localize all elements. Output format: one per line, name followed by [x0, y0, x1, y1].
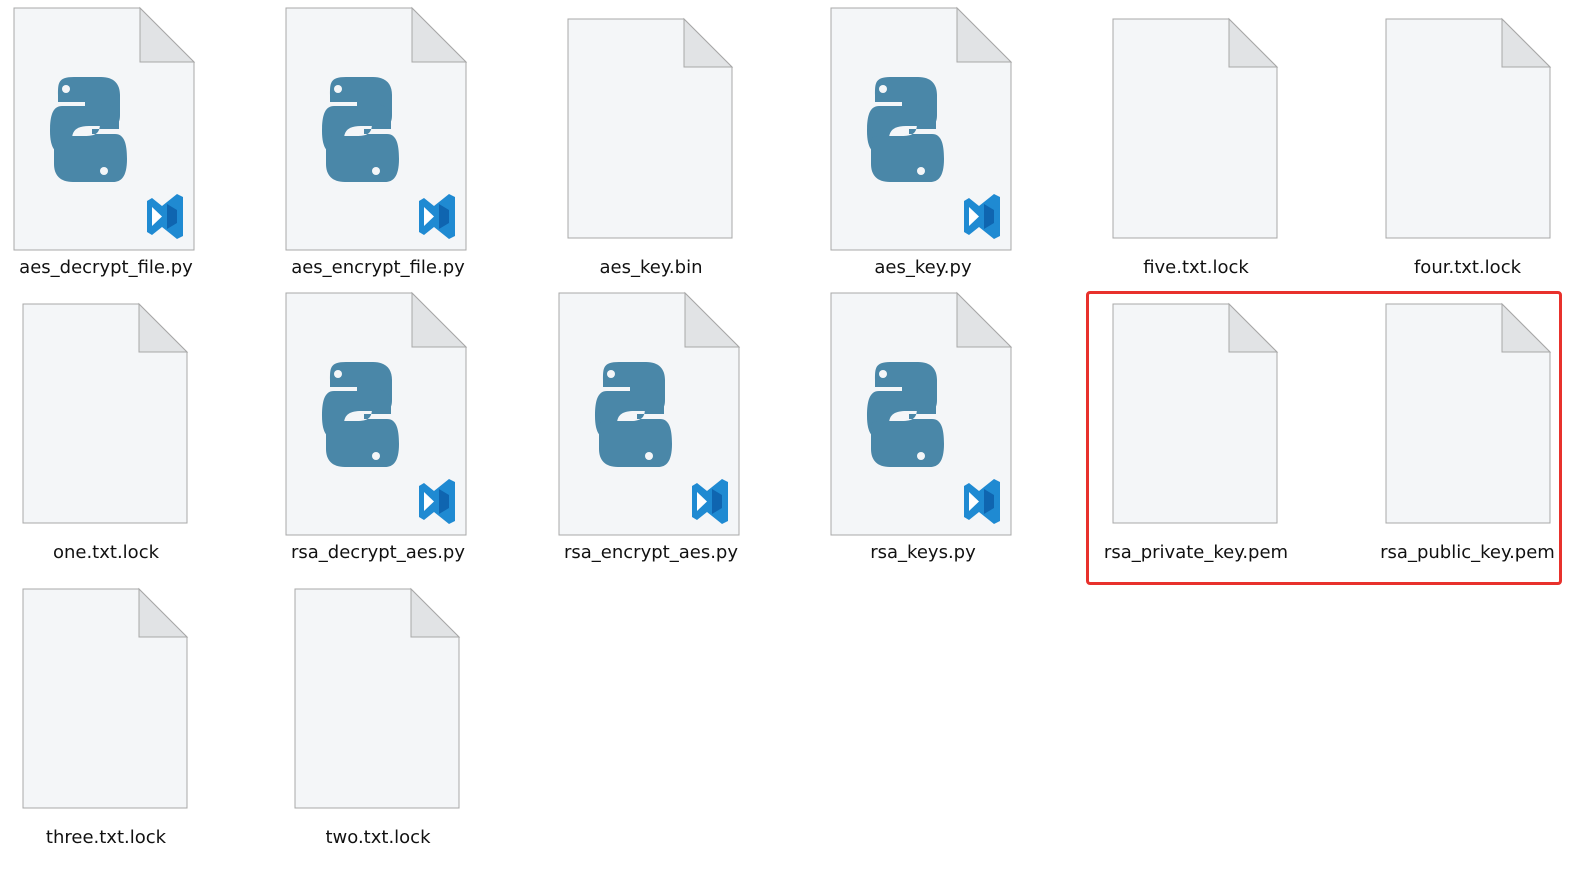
file-item-aes-decrypt-file-py[interactable]: aes_decrypt_file.py	[0, 0, 242, 285]
blank-file-icon	[515, 0, 787, 252]
file-name-label: five.txt.lock	[1143, 257, 1249, 278]
file-item-rsa-public-key-pem[interactable]: rsa_public_key.pem	[1322, 285, 1593, 570]
python-file-icon	[787, 285, 1059, 537]
file-name-label: aes_decrypt_file.py	[19, 257, 193, 278]
blank-file-icon	[1060, 0, 1332, 252]
file-name-label: rsa_keys.py	[870, 542, 976, 563]
file-name-label: rsa_encrypt_aes.py	[563, 542, 738, 563]
file-item-three-txt-lock[interactable]: three.txt.lock	[0, 570, 242, 855]
file-item-rsa-private-key-pem[interactable]: rsa_private_key.pem	[1060, 285, 1332, 570]
file-item-aes-key-bin[interactable]: aes_key.bin	[515, 0, 787, 285]
file-name-label: aes_key.py	[874, 257, 972, 278]
python-file-icon	[242, 0, 514, 252]
blank-file-icon	[1322, 285, 1593, 537]
file-item-aes-encrypt-file-py[interactable]: aes_encrypt_file.py	[242, 0, 514, 285]
file-name-label: rsa_decrypt_aes.py	[290, 542, 466, 563]
file-name-label: aes_key.bin	[599, 257, 703, 278]
blank-file-icon	[1322, 0, 1593, 252]
python-file-icon	[787, 0, 1059, 252]
file-item-rsa-encrypt-aes-py[interactable]: rsa_encrypt_aes.py	[515, 285, 787, 570]
file-item-two-txt-lock[interactable]: two.txt.lock	[242, 570, 514, 855]
file-name-label: rsa_public_key.pem	[1380, 542, 1555, 563]
blank-file-icon	[1060, 285, 1332, 537]
file-name-label: aes_encrypt_file.py	[291, 257, 465, 278]
file-item-rsa-keys-py[interactable]: rsa_keys.py	[787, 285, 1059, 570]
file-item-four-txt-lock[interactable]: four.txt.lock	[1322, 0, 1593, 285]
file-grid: aes_decrypt_file.py aes_encrypt_file.py	[0, 0, 1593, 874]
file-name-label: four.txt.lock	[1413, 257, 1522, 278]
file-item-one-txt-lock[interactable]: one.txt.lock	[0, 285, 242, 570]
blank-file-icon	[0, 570, 242, 822]
file-name-label: three.txt.lock	[45, 827, 167, 848]
file-name-label: two.txt.lock	[325, 827, 431, 848]
file-name-label: rsa_private_key.pem	[1103, 542, 1289, 563]
python-file-icon	[0, 0, 242, 252]
file-item-aes-key-py[interactable]: aes_key.py	[787, 0, 1059, 285]
python-file-icon	[515, 285, 787, 537]
blank-file-icon	[242, 570, 514, 822]
file-item-five-txt-lock[interactable]: five.txt.lock	[1060, 0, 1332, 285]
file-name-label: one.txt.lock	[52, 542, 160, 563]
file-item-rsa-decrypt-aes-py[interactable]: rsa_decrypt_aes.py	[242, 285, 514, 570]
blank-file-icon	[0, 285, 242, 537]
python-file-icon	[242, 285, 514, 537]
